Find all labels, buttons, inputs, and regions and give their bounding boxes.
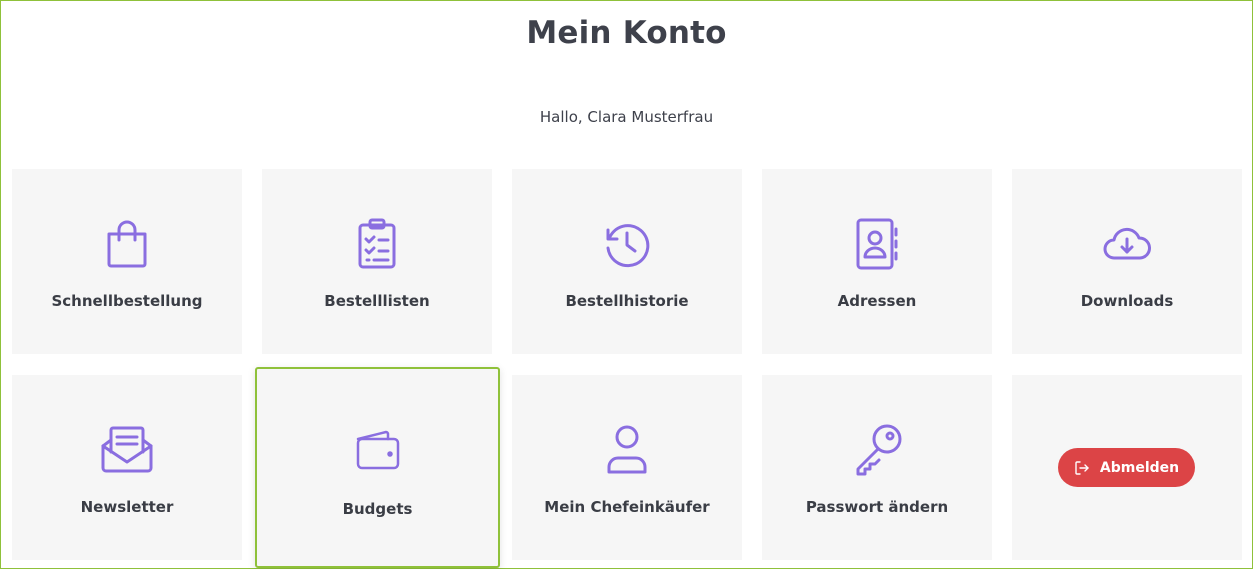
cloud-download-icon xyxy=(1099,216,1155,272)
address-book-icon xyxy=(849,216,905,272)
tile-bestelllisten[interactable]: Bestelllisten xyxy=(262,169,492,354)
tile-label: Bestellhistorie xyxy=(565,292,689,310)
tile-downloads[interactable]: Downloads xyxy=(1012,169,1242,354)
tile-label: Bestelllisten xyxy=(324,292,430,310)
history-clock-icon xyxy=(599,216,655,272)
tile-schnellbestellung[interactable]: Schnellbestellung xyxy=(12,169,242,354)
greeting-text: Hallo, Clara Musterfrau xyxy=(539,108,714,126)
tile-label: Newsletter xyxy=(80,498,174,516)
envelope-open-icon xyxy=(99,422,155,478)
tile-budgets[interactable]: Budgets xyxy=(255,367,500,568)
tile-label: Adressen xyxy=(837,292,917,310)
logout-label: Abmelden xyxy=(1099,459,1180,476)
tile-label: Budgets xyxy=(342,500,413,518)
account-page: Mein Konto Hallo, Clara Musterfrau Schne… xyxy=(0,0,1253,569)
key-icon xyxy=(849,422,905,478)
tile-bestellhistorie[interactable]: Bestellhistorie xyxy=(512,169,742,354)
tile-label: Mein Chefeinkäufer xyxy=(544,498,710,516)
tile-mein-chefeinkaeufer[interactable]: Mein Chefeinkäufer xyxy=(512,375,742,560)
tile-adressen[interactable]: Adressen xyxy=(762,169,992,354)
logout-button[interactable]: Abmelden xyxy=(1058,448,1195,487)
tile-newsletter[interactable]: Newsletter xyxy=(12,375,242,560)
clipboard-checklist-icon xyxy=(349,216,405,272)
tile-label: Schnellbestellung xyxy=(51,292,203,310)
logout-icon xyxy=(1074,460,1090,476)
tile-label: Passwort ändern xyxy=(805,498,949,516)
user-icon xyxy=(599,422,655,478)
tile-passwort-aendern[interactable]: Passwort ändern xyxy=(762,375,992,560)
tile-label: Downloads xyxy=(1080,292,1174,310)
shopping-bag-icon xyxy=(99,216,155,272)
wallet-icon xyxy=(350,422,406,478)
page-title: Mein Konto xyxy=(526,15,727,51)
tile-logout: Abmelden xyxy=(1012,375,1242,560)
